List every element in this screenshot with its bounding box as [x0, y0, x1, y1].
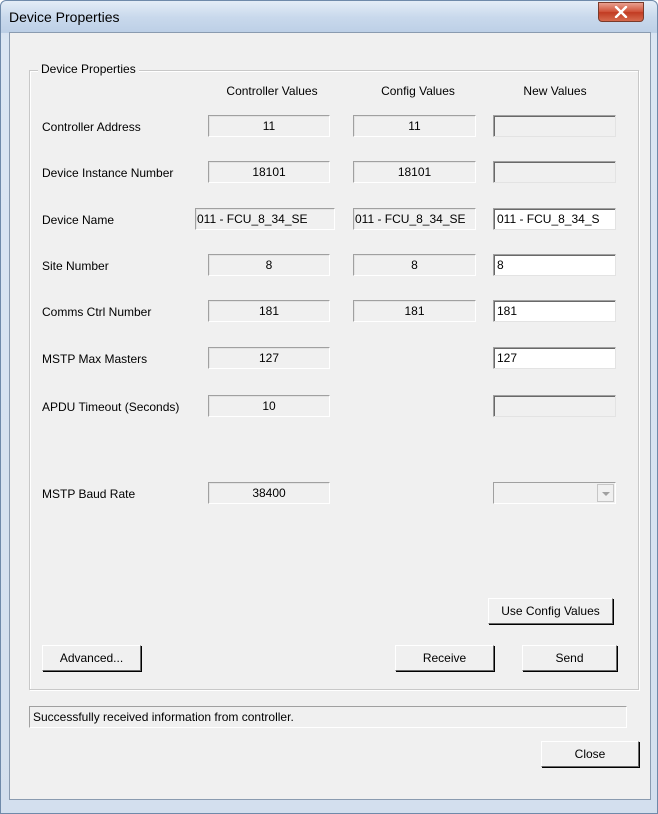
- group-legend: Device Properties: [38, 62, 139, 76]
- window-title: Device Properties: [9, 9, 120, 25]
- row-label-site-number: Site Number: [42, 259, 109, 273]
- row-label-mstp-baud-rate: MSTP Baud Rate: [42, 487, 136, 501]
- column-header-config: Config Values: [381, 84, 455, 98]
- device-name-controller-value: 011 - FCU_8_34_SE: [195, 208, 335, 230]
- controller-address-config-value: 11: [353, 115, 476, 137]
- apdu-timeout-controller-value: 10: [208, 395, 330, 417]
- device-name-config-value: 011 - FCU_8_34_SE: [353, 208, 476, 230]
- column-header-controller: Controller Values: [226, 84, 318, 98]
- row-label-controller-address: Controller Address: [42, 120, 141, 134]
- apdu-timeout-new-value: [493, 395, 616, 417]
- mstp-baud-rate-controller-value: 38400: [208, 482, 330, 504]
- close-icon: [614, 6, 628, 18]
- controller-address-new-value: [493, 115, 616, 137]
- device-instance-controller-value: 18101: [208, 161, 330, 183]
- comms-ctrl-new-input[interactable]: [493, 300, 616, 322]
- comms-ctrl-controller-value: 181: [208, 300, 330, 322]
- close-window-button[interactable]: [598, 2, 644, 22]
- row-label-comms-ctrl-number: Comms Ctrl Number: [42, 305, 152, 319]
- status-bar: Successfully received information from c…: [29, 706, 627, 728]
- row-label-device-name: Device Name: [42, 213, 115, 227]
- mstp-baud-rate-select[interactable]: [493, 482, 616, 504]
- mstp-max-masters-controller-value: 127: [208, 347, 330, 369]
- row-label-apdu-timeout: APDU Timeout (Seconds): [42, 400, 180, 414]
- controller-address-controller-value: 11: [208, 115, 330, 137]
- dropdown-button[interactable]: [597, 484, 614, 502]
- send-button[interactable]: Send: [522, 645, 617, 671]
- site-number-new-input[interactable]: [493, 254, 616, 276]
- site-number-config-value: 8: [353, 254, 476, 276]
- device-instance-new-value: [493, 161, 616, 183]
- close-button[interactable]: Close: [541, 741, 639, 767]
- advanced-button[interactable]: Advanced...: [42, 645, 141, 671]
- mstp-max-masters-new-input[interactable]: [493, 347, 616, 369]
- title-bar[interactable]: Device Properties: [1, 1, 657, 33]
- device-name-new-input[interactable]: [493, 208, 616, 230]
- row-label-mstp-max-masters: MSTP Max Masters: [42, 352, 148, 366]
- use-config-values-button[interactable]: Use Config Values: [488, 598, 613, 624]
- column-header-new: New Values: [523, 84, 587, 98]
- receive-button[interactable]: Receive: [395, 645, 494, 671]
- site-number-controller-value: 8: [208, 254, 330, 276]
- comms-ctrl-config-value: 181: [353, 300, 476, 322]
- row-label-device-instance-number: Device Instance Number: [42, 166, 174, 180]
- device-instance-config-value: 18101: [353, 161, 476, 183]
- chevron-down-icon: [602, 492, 610, 496]
